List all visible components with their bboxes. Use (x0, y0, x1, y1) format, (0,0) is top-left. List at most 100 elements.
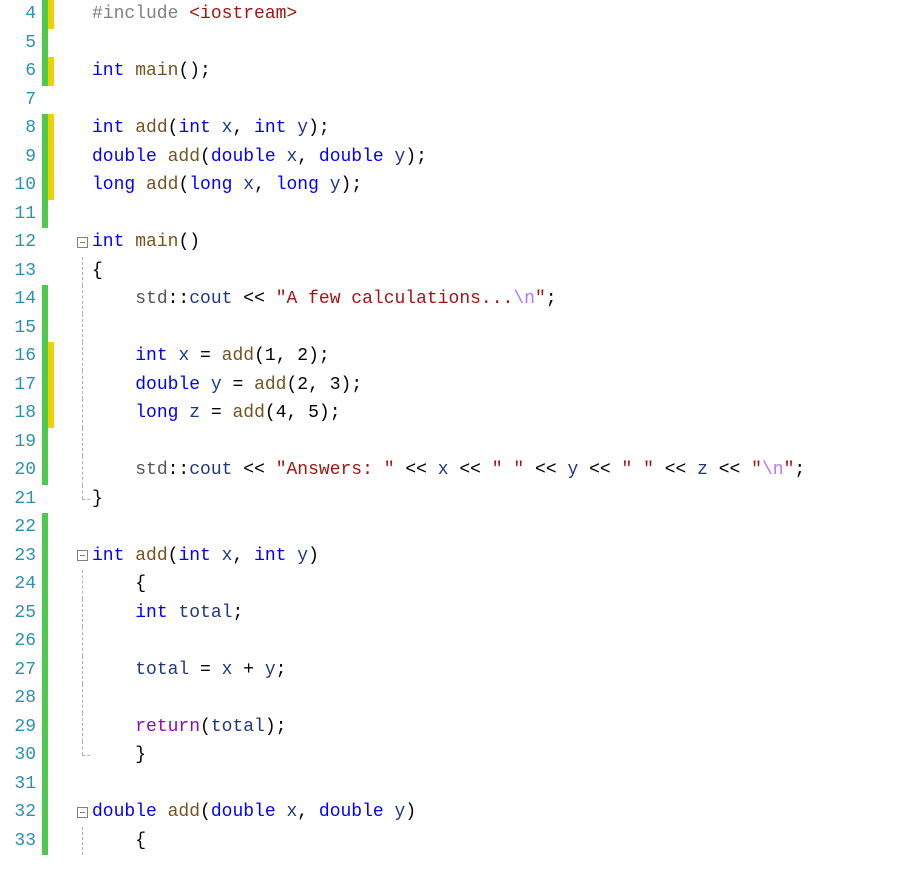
code-text[interactable]: #include <iostream> (90, 0, 924, 29)
code-text[interactable]: std::cout << "A few calculations...\n"; (90, 285, 924, 314)
code-text[interactable]: return(total); (90, 713, 924, 742)
code-line[interactable]: 16 int x = add(1, 2); (0, 342, 924, 371)
change-margin (42, 143, 74, 172)
code-text[interactable]: std::cout << "Answers: " << x << " " << … (90, 456, 924, 485)
code-text[interactable]: total = x + y; (90, 656, 924, 685)
code-text[interactable]: } (90, 485, 924, 514)
line-number: 14 (0, 285, 42, 314)
fold-gutter (74, 599, 90, 628)
code-line[interactable]: 24 { (0, 570, 924, 599)
token-pn (92, 460, 135, 480)
fold-gutter (74, 770, 90, 799)
fold-guide (82, 827, 83, 856)
fold-gutter (74, 827, 90, 856)
token-id: y (297, 118, 308, 138)
collapse-icon[interactable] (77, 807, 88, 818)
code-line[interactable]: 11 (0, 200, 924, 229)
line-number: 9 (0, 143, 42, 172)
code-line[interactable]: 10long add(long x, long y); (0, 171, 924, 200)
code-line[interactable]: 13{ (0, 257, 924, 286)
token-pn (481, 460, 492, 480)
token-ty: int (178, 546, 210, 566)
token-fn: add (232, 403, 264, 423)
code-text[interactable]: int main() (90, 228, 924, 257)
code-line[interactable]: 14 std::cout << "A few calculations...\n… (0, 285, 924, 314)
code-line[interactable]: 33 { (0, 827, 924, 856)
token-ty: int (92, 232, 124, 252)
line-number: 22 (0, 513, 42, 542)
code-line[interactable]: 12int main() (0, 228, 924, 257)
code-text[interactable]: int total; (90, 599, 924, 628)
code-line[interactable]: 25 int total; (0, 599, 924, 628)
code-line[interactable]: 21} (0, 485, 924, 514)
code-text[interactable]: int add(int x, int y); (90, 114, 924, 143)
code-line[interactable]: 4#include <iostream> (0, 0, 924, 29)
code-editor[interactable]: 4#include <iostream>56int main();78int a… (0, 0, 924, 855)
code-line[interactable]: 6int main(); (0, 57, 924, 86)
token-esc: \n (513, 289, 535, 309)
code-text[interactable]: } (90, 741, 924, 770)
code-line[interactable]: 31 (0, 770, 924, 799)
code-line[interactable]: 15 (0, 314, 924, 343)
code-line[interactable]: 30 } (0, 741, 924, 770)
code-text[interactable]: { (90, 570, 924, 599)
token-ty: double (211, 802, 276, 822)
code-line[interactable]: 27 total = x + y; (0, 656, 924, 685)
token-ty: double (319, 147, 384, 167)
code-line[interactable]: 17 double y = add(2, 3); (0, 371, 924, 400)
code-line[interactable]: 8int add(int x, int y); (0, 114, 924, 143)
token-fn: add (222, 346, 254, 366)
code-line[interactable]: 19 (0, 428, 924, 457)
code-line[interactable]: 9 double add(double x, double y); (0, 143, 924, 172)
code-line[interactable]: 20 std::cout << "Answers: " << x << " " … (0, 456, 924, 485)
code-text[interactable]: long z = add(4, 5); (90, 399, 924, 428)
token-pn (92, 603, 135, 623)
code-line[interactable]: 28 (0, 684, 924, 713)
change-margin (42, 627, 74, 656)
code-text[interactable]: double add(double x, double y) (90, 798, 924, 827)
line-number: 11 (0, 200, 42, 229)
change-margin (42, 114, 74, 143)
code-text[interactable]: double y = add(2, 3); (90, 371, 924, 400)
token-pn: (); (178, 61, 210, 81)
token-ty: double (92, 147, 157, 167)
token-pn (686, 460, 697, 480)
code-text[interactable]: { (90, 257, 924, 286)
change-margin (42, 741, 74, 770)
token-pn (395, 460, 406, 480)
collapse-icon[interactable] (77, 550, 88, 561)
code-text[interactable]: double add(double x, double y); (90, 143, 924, 172)
code-line[interactable]: 32double add(double x, double y) (0, 798, 924, 827)
token-pn (319, 175, 330, 195)
code-line[interactable]: 22 (0, 513, 924, 542)
code-line[interactable]: 5 (0, 29, 924, 58)
code-line[interactable]: 7 (0, 86, 924, 115)
token-pn: ( (200, 717, 211, 737)
token-pn (92, 660, 135, 680)
fold-gutter (74, 513, 90, 542)
code-line[interactable]: 18 long z = add(4, 5); (0, 399, 924, 428)
fold-gutter[interactable] (74, 228, 90, 257)
code-line[interactable]: 26 (0, 627, 924, 656)
code-text[interactable]: long add(long x, long y); (90, 171, 924, 200)
token-pn (708, 460, 719, 480)
token-pn: :: (168, 289, 190, 309)
code-text[interactable]: int main(); (90, 57, 924, 86)
code-text[interactable]: int add(int x, int y) (90, 542, 924, 571)
token-ctl: return (135, 717, 200, 737)
collapse-icon[interactable] (77, 237, 88, 248)
change-margin (42, 513, 74, 542)
token-op: << (535, 460, 557, 480)
fold-gutter[interactable] (74, 798, 90, 827)
code-line[interactable]: 29 return(total); (0, 713, 924, 742)
code-text[interactable]: { (90, 827, 924, 856)
fold-gutter[interactable] (74, 542, 90, 571)
token-pn: ); (405, 147, 427, 167)
fold-gutter (74, 114, 90, 143)
fold-gutter (74, 86, 90, 115)
code-text[interactable]: int x = add(1, 2); (90, 342, 924, 371)
line-number: 30 (0, 741, 42, 770)
token-pn (92, 346, 135, 366)
code-line[interactable]: 23int add(int x, int y) (0, 542, 924, 571)
change-margin (42, 314, 74, 343)
